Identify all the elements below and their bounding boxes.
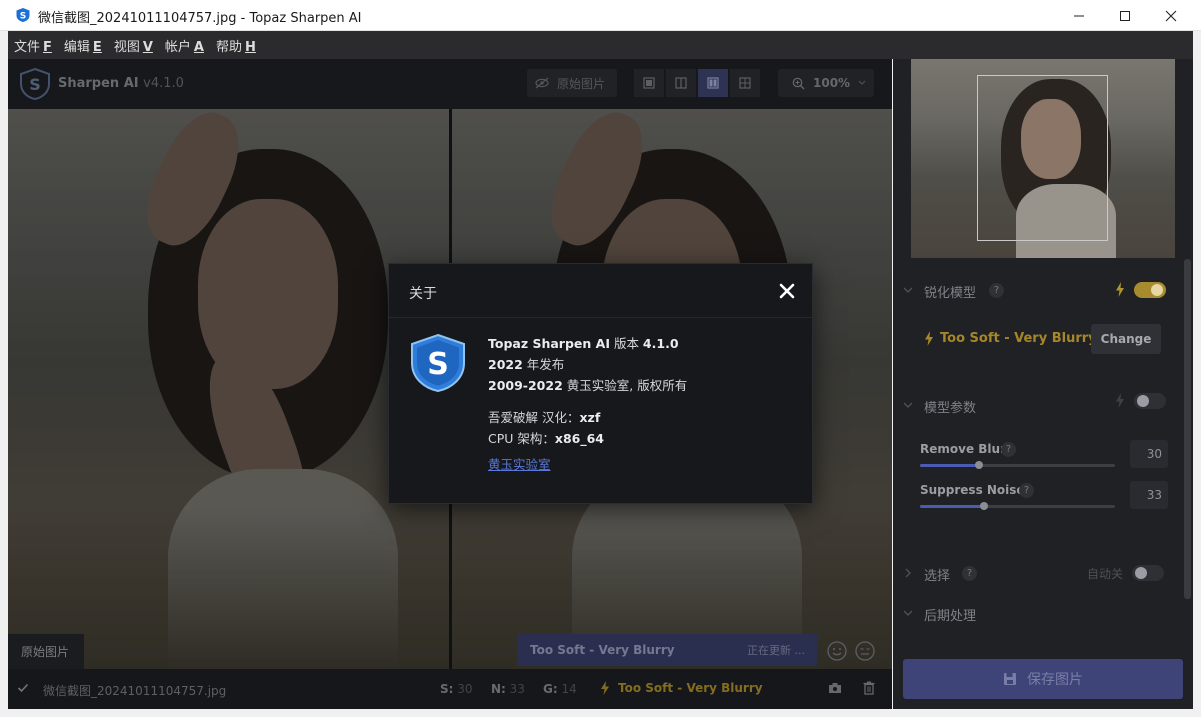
auto-label: 自动关 <box>1087 567 1124 581</box>
menu-help[interactable]: 帮助 H <box>216 36 256 55</box>
minimize-button[interactable] <box>1056 0 1102 31</box>
chevron-down-icon <box>903 402 913 408</box>
about-localization-line: 吾爱破解 汉化：xzf <box>488 410 601 425</box>
chevron-down-icon <box>903 287 913 293</box>
save-icon <box>1004 673 1016 685</box>
suppress-noise-label: Suppress Noise <box>920 483 1025 497</box>
model-params-toggle[interactable] <box>1134 393 1166 409</box>
save-image-button[interactable]: 保存图片 <box>903 659 1183 699</box>
window-title: 微信截图_20241011104757.jpg - Topaz Sharpen … <box>38 11 362 26</box>
remove-blur-label: Remove Blur <box>920 442 1006 456</box>
help-icon[interactable]: ? <box>1001 442 1016 457</box>
right-panel-scrollbar[interactable] <box>1184 259 1191 599</box>
lightning-icon <box>1116 393 1124 408</box>
suppress-noise-value[interactable]: 33 <box>1130 481 1168 509</box>
close-icon[interactable] <box>778 282 796 300</box>
section-model-params[interactable]: 模型参数 <box>893 391 1183 419</box>
sharpen-model-toggle[interactable] <box>1134 282 1166 298</box>
about-cpu-line: CPU 架构：x86_64 <box>488 431 604 446</box>
topaz-app-icon: S <box>16 8 30 22</box>
maximize-button[interactable] <box>1102 0 1148 31</box>
section-selection[interactable]: 选择 ? 自动关 <box>893 559 1183 587</box>
maximize-icon <box>1120 10 1130 21</box>
menu-edit[interactable]: 编辑 E <box>64 36 102 55</box>
chevron-right-icon <box>905 568 911 578</box>
suppress-noise-slider[interactable] <box>920 502 1115 510</box>
chevron-down-icon <box>903 610 913 616</box>
minimize-icon <box>1074 15 1084 16</box>
menu-file[interactable]: 文件 F <box>14 36 52 55</box>
lightning-icon <box>925 331 933 346</box>
about-dialog: 关于 S Topaz Sharpen AI 版本 4.1.0 2022 年发布 … <box>388 263 813 504</box>
dialog-header: 关于 <box>389 264 812 318</box>
topaz-labs-link[interactable]: 黄玉实验室 <box>488 454 551 473</box>
menu-bar: 文件 F 编辑 E 视图 V 帐户 A 帮助 H <box>8 31 1193 59</box>
navigator-viewport-box[interactable] <box>977 75 1108 241</box>
right-panel: 锐化模型 ? Too Soft - Very Blurry Change 模型参… <box>893 59 1193 709</box>
section-post-processing[interactable]: 后期处理 <box>893 599 1183 627</box>
window-titlebar: S 微信截图_20241011104757.jpg - Topaz Sharpe… <box>0 0 1201 31</box>
current-model-name: Too Soft - Very Blurry <box>924 331 1097 346</box>
svg-text:S: S <box>427 347 449 382</box>
dialog-title: 关于 <box>409 286 437 302</box>
help-icon[interactable]: ? <box>962 566 977 581</box>
lightning-icon <box>1116 282 1124 297</box>
about-product-line: Topaz Sharpen AI 版本 4.1.0 <box>488 336 679 351</box>
close-icon <box>1165 10 1177 21</box>
topaz-logo-icon: S <box>411 333 465 393</box>
close-window-button[interactable] <box>1148 0 1194 31</box>
selection-toggle[interactable] <box>1132 565 1164 581</box>
change-model-button[interactable]: Change <box>1091 324 1161 354</box>
help-icon[interactable]: ? <box>989 283 1004 298</box>
about-copyright-line: 2009-2022 黄玉实验室, 版权所有 <box>488 378 688 393</box>
section-sharpen-model[interactable]: 锐化模型 ? <box>893 276 1183 304</box>
help-icon[interactable]: ? <box>1019 483 1034 498</box>
remove-blur-slider[interactable] <box>920 461 1115 469</box>
svg-text:S: S <box>20 12 26 22</box>
about-release-line: 2022 年发布 <box>488 357 565 372</box>
navigator-thumbnail[interactable] <box>911 59 1175 258</box>
menu-account[interactable]: 帐户 A <box>165 36 204 55</box>
menu-view[interactable]: 视图 V <box>114 36 153 55</box>
remove-blur-value[interactable]: 30 <box>1130 440 1168 468</box>
